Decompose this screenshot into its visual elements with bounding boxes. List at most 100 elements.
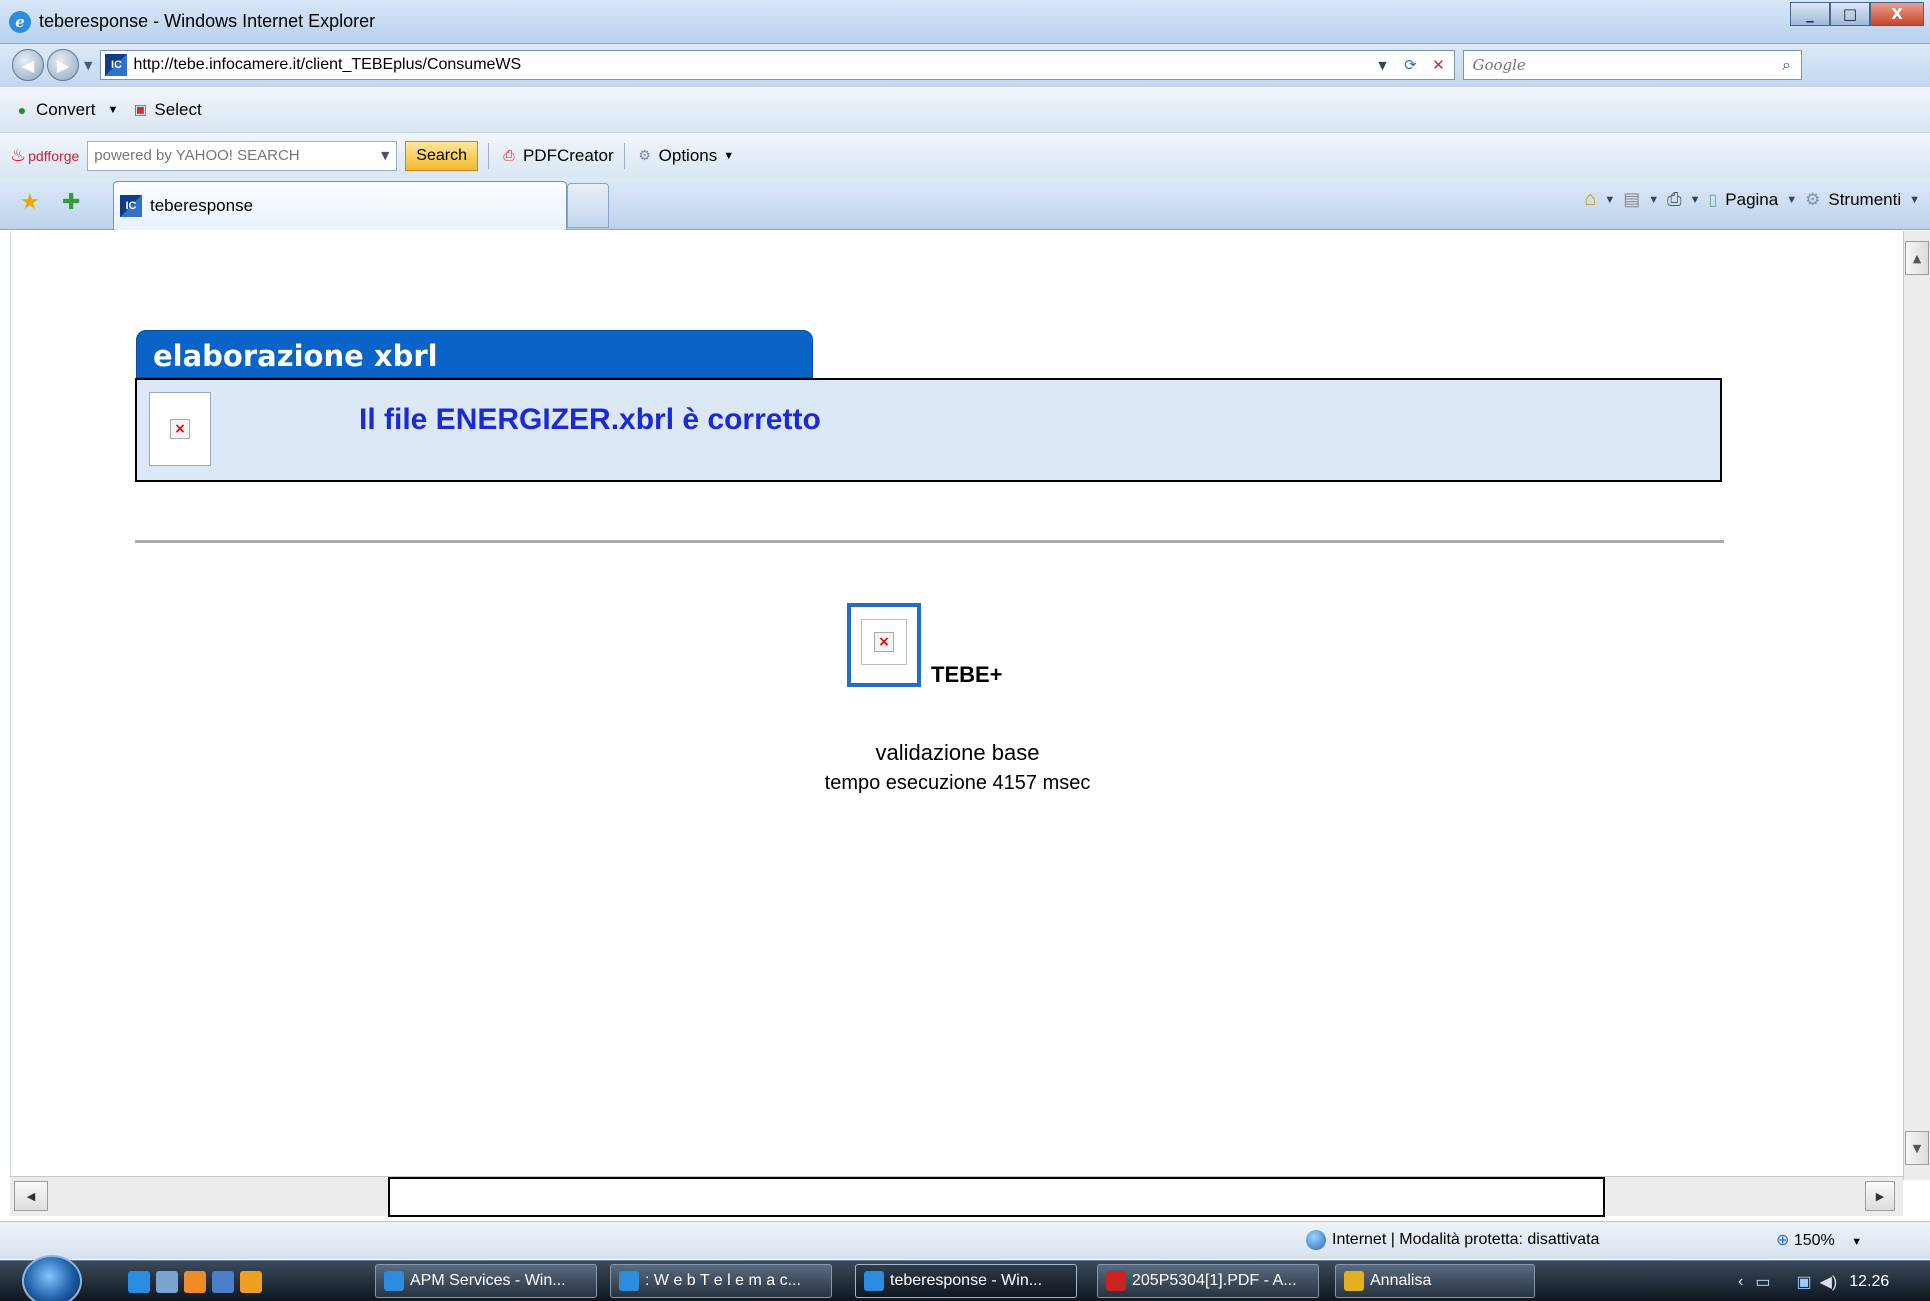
pdfcreator-label: PDFCreator	[522, 145, 614, 165]
gear-icon: ⚙	[638, 147, 651, 163]
strumenti-menu[interactable]: Strumenti	[1828, 190, 1901, 210]
web-search-input[interactable]	[1472, 56, 1772, 74]
window-titlebar: e teberesponse - Windows Internet Explor…	[0, 0, 1930, 44]
security-zone[interactable]: Internet | Modalità protetta: disattivat…	[1306, 1230, 1599, 1250]
site-favicon-icon: IC	[105, 54, 128, 76]
pdfforge-label: pdfforge	[28, 147, 80, 164]
vertical-scrollbar[interactable]: ▲ ▼	[1903, 231, 1930, 1180]
toolbar-separator	[487, 142, 489, 169]
taskbar-button-pdf[interactable]: 205P5304[1].PDF - A...	[1097, 1264, 1319, 1298]
window-controls: _ □ X	[1790, 2, 1924, 26]
convert-button[interactable]: ● Convert ▼	[12, 100, 119, 120]
back-button[interactable]: ◀	[12, 49, 44, 81]
command-toolbar: ⌂ ▼ ▤ ▼ ⎙ ▼ ▯ Pagina ▼ ⚙ Strumenti ▼	[1584, 188, 1920, 211]
history-dropdown-icon[interactable]: ▼	[84, 59, 92, 72]
pdfforge-logo[interactable]: ♨ pdfforge	[10, 145, 79, 166]
desktop-quicklaunch-icon[interactable]	[156, 1271, 178, 1293]
taskbar-label: teberesponse - Win...	[890, 1272, 1043, 1289]
zoom-control[interactable]: ⊕ 150% ▼	[1776, 1230, 1862, 1250]
tebe-logo-frame: ×	[847, 603, 921, 687]
yahoo-dropdown-icon[interactable]: ▼	[374, 149, 396, 162]
switch-windows-icon[interactable]	[212, 1271, 234, 1293]
tab-favicon-icon: IC	[120, 195, 142, 217]
close-window-button[interactable]: X	[1870, 2, 1924, 26]
tebe-logo-text: TEBE+	[931, 662, 1003, 687]
pdf-icon	[1106, 1271, 1126, 1291]
tab-teberesponse[interactable]: IC teberesponse	[113, 181, 567, 230]
start-button[interactable]	[22, 1255, 82, 1301]
refresh-icon[interactable]: ⟳	[1398, 53, 1422, 77]
new-tab-button[interactable]	[567, 183, 609, 228]
feeds-dropdown-icon[interactable]: ▼	[1648, 194, 1659, 206]
scroll-up-icon[interactable]: ▲	[1905, 241, 1929, 275]
favorites-star-icon[interactable]: ★	[20, 190, 40, 215]
page-content: elaborazione xbrl × Il file ENERGIZER.xb…	[10, 231, 1903, 1180]
horizontal-scroll-thumb[interactable]	[388, 1177, 1605, 1217]
select-button[interactable]: ▣ Select	[130, 99, 202, 120]
select-icon: ▣	[133, 101, 148, 117]
section-title: elaborazione xbrl	[153, 339, 438, 373]
zoom-icon: ⊕	[1776, 1232, 1790, 1249]
options-dropdown-icon[interactable]: ▼	[723, 150, 734, 162]
scroll-right-icon[interactable]: ▶	[1865, 1181, 1895, 1211]
url-tools: ▼ ⟳ ✕	[1370, 53, 1450, 77]
validation-message: Il file ENERGIZER.xbrl è corretto	[359, 403, 821, 436]
zoom-level: 150%	[1793, 1232, 1835, 1249]
add-favorites-icon[interactable]: ✚	[62, 190, 80, 215]
scroll-down-icon[interactable]: ▼	[1905, 1131, 1929, 1165]
home-icon[interactable]: ⌂	[1584, 188, 1596, 211]
keyboard-icon[interactable]: ▭	[1755, 1272, 1770, 1292]
url-text[interactable]: http://tebe.infocamere.it/client_TEBEplu…	[133, 56, 1370, 74]
home-dropdown-icon[interactable]: ▼	[1604, 194, 1615, 206]
horizontal-scrollbar[interactable]: ◀ ▶	[10, 1176, 1903, 1217]
taskbar-button-teberesponse[interactable]: teberesponse - Win...	[855, 1264, 1077, 1298]
convert-icon: ●	[17, 101, 27, 118]
broken-image-icon: ×	[149, 392, 211, 466]
zone-text: Internet | Modalità protetta: disattivat…	[1332, 1231, 1600, 1248]
ie-icon: e	[9, 10, 31, 33]
command-bar: ● Convert ▼ ▣ Select	[0, 86, 1930, 132]
ie-icon	[619, 1271, 639, 1291]
zoom-dropdown-icon[interactable]: ▼	[1851, 1236, 1862, 1248]
options-button[interactable]: ⚙ Options ▼	[635, 146, 734, 166]
clock[interactable]: 12.26	[1849, 1273, 1889, 1291]
scroll-left-icon[interactable]: ◀	[14, 1181, 48, 1211]
back-arrow-icon: ◀	[21, 55, 35, 75]
select-label: Select	[154, 99, 202, 119]
pagina-dropdown-icon[interactable]: ▼	[1786, 194, 1797, 206]
media-quicklaunch-icon[interactable]	[184, 1271, 206, 1293]
taskbar-button-webtelemaco[interactable]: : W e b T e l e m a c...	[610, 1264, 832, 1298]
network-icon[interactable]: ▣	[1796, 1272, 1811, 1292]
yahoo-search-input[interactable]	[94, 147, 375, 164]
execution-time: tempo esecuzione 4157 msec	[824, 772, 1091, 794]
options-label: Options	[658, 145, 718, 165]
search-magnifier-icon[interactable]: ⌕	[1771, 55, 1801, 75]
ie-quicklaunch-icon[interactable]	[128, 1271, 150, 1293]
print-icon[interactable]: ⎙	[1667, 189, 1681, 210]
maximize-button[interactable]: □	[1830, 2, 1870, 26]
print-dropdown-icon[interactable]: ▼	[1690, 194, 1701, 206]
taskbar-button-apm[interactable]: APM Services - Win...	[375, 1264, 597, 1298]
strumenti-dropdown-icon[interactable]: ▼	[1909, 194, 1920, 206]
validation-type: validazione base	[875, 740, 1040, 765]
pdf-icon: ⎙	[503, 147, 515, 163]
forward-button[interactable]: ▶	[47, 49, 79, 81]
result-panel: × Il file ENERGIZER.xbrl è corretto	[135, 378, 1722, 482]
feeds-icon[interactable]: ▤	[1623, 189, 1640, 210]
taskbar-button-annalisa[interactable]: Annalisa	[1335, 1264, 1535, 1298]
url-field[interactable]: IC http://tebe.infocamere.it/client_TEBE…	[100, 50, 1456, 80]
windows-taskbar: APM Services - Win... : W e b T e l e m …	[0, 1255, 1930, 1301]
volume-icon[interactable]: ◀)	[1820, 1272, 1838, 1292]
yahoo-search-box[interactable]: ▼	[87, 140, 398, 171]
stop-icon[interactable]: ✕	[1426, 53, 1450, 77]
url-dropdown-icon[interactable]: ▼	[1370, 53, 1394, 77]
pdfcreator-button[interactable]: ⎙ PDFCreator	[499, 145, 614, 166]
convert-dropdown-icon[interactable]: ▼	[108, 104, 119, 116]
tray-expand-icon[interactable]: ‹	[1738, 1273, 1743, 1291]
pagina-menu[interactable]: Pagina	[1725, 190, 1778, 210]
web-search-box[interactable]: ⌕	[1463, 50, 1803, 80]
app-quicklaunch-icon[interactable]	[240, 1271, 262, 1293]
yahoo-search-button[interactable]: Search	[405, 140, 478, 171]
minimize-button[interactable]: _	[1790, 2, 1830, 26]
taskbar-label: APM Services - Win...	[410, 1272, 566, 1289]
